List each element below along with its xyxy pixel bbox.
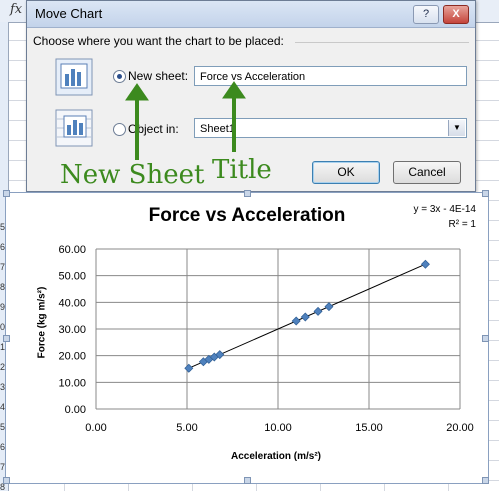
data-point bbox=[184, 363, 194, 373]
ok-button[interactable]: OK bbox=[312, 161, 380, 184]
x-axis-title: Acceleration (m/s²) bbox=[230, 451, 322, 462]
annotation-title: Title bbox=[212, 155, 272, 185]
data-point bbox=[300, 312, 310, 322]
y-tick-label: 10.00 bbox=[58, 377, 86, 389]
data-point bbox=[291, 316, 301, 326]
new-sheet-name-input[interactable]: Force vs Acceleration bbox=[194, 66, 467, 86]
new-sheet-label: New sheet: bbox=[128, 69, 189, 83]
scatter-plot: 0.00 10.00 20.00 30.00 40.00 50.00 60.00 0.00 5.… bbox=[58, 244, 474, 434]
x-tick-label: 10.00 bbox=[264, 422, 292, 434]
y-tick-label: 40.00 bbox=[58, 297, 86, 309]
y-tick-label: 20.00 bbox=[58, 351, 86, 363]
formula-prefix: fx bbox=[10, 2, 23, 17]
x-tick-label: 15.00 bbox=[355, 422, 383, 434]
annotation-new-sheet: New Sheet bbox=[60, 160, 205, 190]
dropdown-arrow-icon[interactable]: ▼ bbox=[448, 120, 465, 136]
object-in-value: Sheet1 bbox=[200, 123, 235, 135]
data-point bbox=[420, 259, 430, 269]
y-tick-label: 0.00 bbox=[65, 404, 86, 416]
cancel-button[interactable]: Cancel bbox=[393, 161, 461, 184]
group-divider bbox=[295, 42, 469, 43]
close-button[interactable]: X bbox=[443, 5, 469, 24]
dialog-titlebar[interactable]: Move Chart ? X bbox=[27, 1, 475, 28]
y-axis-title: Force (kg m/s²) bbox=[36, 286, 48, 359]
dialog-title: Move Chart bbox=[35, 6, 103, 21]
data-point bbox=[324, 302, 334, 312]
dialog-prompt: Choose where you want the chart to be pl… bbox=[33, 34, 284, 48]
new-sheet-radio[interactable] bbox=[113, 70, 126, 83]
y-tick-label: 60.00 bbox=[58, 244, 86, 256]
radio-selected-dot bbox=[117, 74, 122, 79]
y-tick-label: 50.00 bbox=[58, 271, 86, 283]
data-point bbox=[313, 306, 323, 316]
x-tick-label: 5.00 bbox=[176, 422, 197, 434]
x-tick-label: 0.00 bbox=[85, 422, 106, 434]
x-tick-label: 20.00 bbox=[446, 422, 474, 434]
object-in-label: Object in: bbox=[128, 122, 179, 136]
object-in-radio[interactable] bbox=[113, 123, 126, 136]
object-in-select[interactable]: Sheet1 ▼ bbox=[194, 118, 467, 138]
help-button[interactable]: ? bbox=[413, 5, 439, 24]
y-tick-label: 30.00 bbox=[58, 324, 86, 336]
chart-object[interactable]: Force vs Acceleration y = 3x - 4E-14 R² … bbox=[3, 190, 489, 484]
object-in-chart-icon bbox=[55, 109, 93, 147]
new-sheet-chart-icon bbox=[55, 58, 93, 96]
